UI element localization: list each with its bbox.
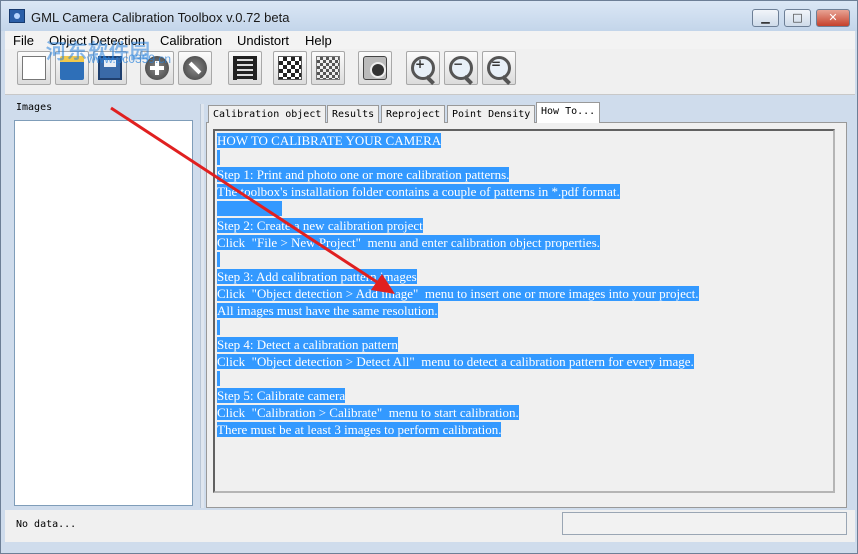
document-icon	[22, 56, 46, 80]
checkerboard-icon	[278, 56, 302, 80]
menu-calibration[interactable]: Calibration	[160, 33, 222, 48]
detect-all-button[interactable]	[311, 51, 345, 85]
how-to-line-text: Step 2: Create a new calibration project	[217, 218, 423, 233]
how-to-line	[217, 370, 833, 387]
how-to-line: HOW TO CALIBRATE YOUR CAMERA	[217, 132, 833, 149]
how-to-line: Click "File > New Project" menu and ente…	[217, 234, 833, 251]
how-to-line: Click "Object detection > Add image" men…	[217, 285, 833, 302]
how-to-line-text: Click "Object detection > Detect All" me…	[217, 354, 694, 369]
close-button[interactable]: ✕	[816, 9, 850, 27]
window-title: GML Camera Calibration Toolbox v.0.72 be…	[31, 10, 290, 25]
how-to-line-text	[217, 150, 221, 165]
camera-app-icon	[9, 9, 25, 23]
menu-undistort[interactable]: Undistort	[237, 33, 289, 48]
how-to-line-text: Click "Object detection > Add image" men…	[217, 286, 699, 301]
how-to-line: Click "Object detection > Detect All" me…	[217, 353, 833, 370]
zoom-in-button[interactable]: +	[406, 51, 440, 85]
zoom-out-icon: −	[449, 56, 473, 80]
menu-file[interactable]: File	[13, 33, 34, 48]
how-to-line-text	[217, 371, 221, 386]
zoom-out-button[interactable]: −	[444, 51, 478, 85]
tab-calibration-object[interactable]: Calibration object	[208, 105, 327, 123]
how-to-line	[217, 319, 833, 336]
how-to-text-area[interactable]: HOW TO CALIBRATE YOUR CAMERA Step 1: Pri…	[213, 129, 835, 493]
zoom-in-icon: +	[411, 56, 435, 80]
how-to-line: Step 3: Add calibration pattern images	[217, 268, 833, 285]
tab-results[interactable]: Results	[327, 105, 380, 123]
detect-pattern-button[interactable]	[273, 51, 307, 85]
watermark-url: www.pc0359.cn	[87, 52, 172, 66]
film-icon	[233, 56, 257, 80]
how-to-line-text: There must be at least 3 images to perfo…	[217, 422, 502, 437]
how-to-line: Step 1: Print and photo one or more cali…	[217, 166, 833, 183]
how-to-line	[217, 200, 833, 217]
checkerboard-detect-icon	[316, 56, 340, 80]
zoom-fit-icon: =	[487, 56, 511, 80]
how-to-line	[217, 251, 833, 268]
how-to-lines: HOW TO CALIBRATE YOUR CAMERA Step 1: Pri…	[217, 132, 833, 438]
how-to-line: There must be at least 3 images to perfo…	[217, 421, 833, 438]
how-to-line	[217, 149, 833, 166]
how-to-line: Click "Calibration > Calibrate" menu to …	[217, 404, 833, 421]
how-to-line-text: Step 1: Print and photo one or more cali…	[217, 167, 510, 182]
images-label: Images	[16, 102, 53, 113]
remove-image-button[interactable]	[178, 51, 212, 85]
how-to-line: Step 5: Calibrate camera	[217, 387, 833, 404]
tab-point-density[interactable]: Point Density	[447, 105, 536, 123]
how-to-line-text: Step 5: Calibrate camera	[217, 388, 346, 403]
how-to-line: Step 2: Create a new calibration project	[217, 217, 833, 234]
menu-help[interactable]: Help	[305, 33, 332, 48]
minimize-button[interactable]: ▁	[752, 9, 779, 27]
images-list[interactable]	[14, 120, 193, 506]
how-to-line-text: Click "Calibration > Calibrate" menu to …	[217, 405, 519, 420]
video-button[interactable]	[228, 51, 262, 85]
camera-icon	[363, 56, 387, 80]
how-to-line-text: Click "File > New Project" menu and ente…	[217, 235, 600, 250]
zoom-fit-button[interactable]: =	[482, 51, 516, 85]
how-to-line: Step 4: Detect a calibration pattern	[217, 336, 833, 353]
title-bar[interactable]: GML Camera Calibration Toolbox v.0.72 be…	[1, 1, 857, 31]
status-field	[562, 512, 847, 535]
status-text: No data...	[16, 519, 77, 530]
remove-icon	[183, 56, 207, 80]
how-to-line: The toolbox's installation folder contai…	[217, 183, 833, 200]
how-to-line: All images must have the same resolution…	[217, 302, 833, 319]
how-to-line-text: HOW TO CALIBRATE YOUR CAMERA	[217, 133, 442, 148]
how-to-line-text: All images must have the same resolution…	[217, 303, 438, 318]
how-to-line-text	[217, 320, 221, 335]
how-to-line-text	[217, 252, 221, 267]
tab-reproject[interactable]: Reproject	[381, 105, 446, 123]
how-to-line-text	[217, 201, 282, 216]
camera-button[interactable]	[358, 51, 392, 85]
how-to-line-text: The toolbox's installation folder contai…	[217, 184, 620, 199]
maximize-button[interactable]: □	[784, 9, 811, 27]
panel-splitter[interactable]	[200, 104, 204, 508]
app-window: GML Camera Calibration Toolbox v.0.72 be…	[0, 0, 858, 554]
how-to-line-text: Step 4: Detect a calibration pattern	[217, 337, 398, 352]
tab-how-to[interactable]: How To...	[536, 102, 601, 123]
how-to-line-text: Step 3: Add calibration pattern images	[217, 269, 417, 284]
